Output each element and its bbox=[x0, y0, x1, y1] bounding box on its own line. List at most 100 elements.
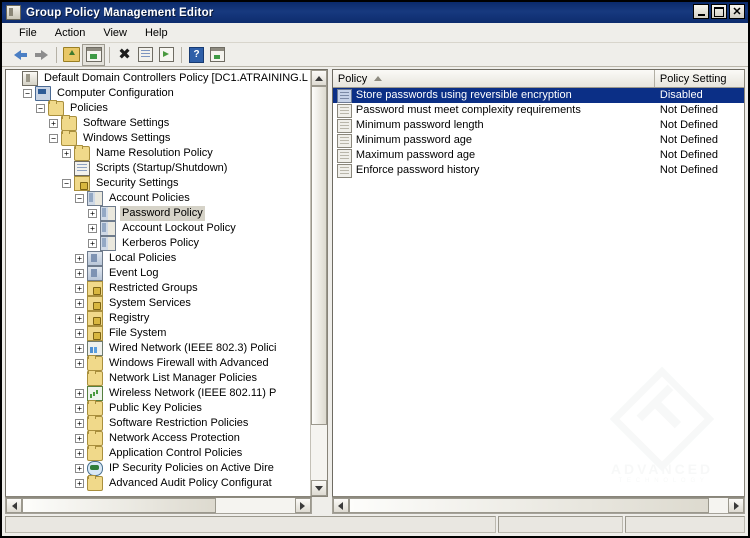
tree-expand-icon[interactable]: + bbox=[75, 314, 84, 323]
tree-item-restricted-groups[interactable]: + Restricted Groups bbox=[6, 281, 310, 296]
tree-item-kerberos-policy[interactable]: + Kerberos Policy bbox=[6, 236, 310, 251]
console-tree[interactable]: Default Domain Controllers Policy [DC1.A… bbox=[6, 70, 310, 496]
menu-file[interactable]: File bbox=[10, 26, 46, 40]
tree-expand-icon[interactable]: + bbox=[88, 209, 97, 218]
list-row-password-complexity[interactable]: Password must meet complexity requiremen… bbox=[333, 103, 744, 118]
tree-hscroll-thumb[interactable] bbox=[22, 498, 216, 513]
show-hide-action-pane-icon[interactable] bbox=[207, 45, 228, 65]
menu-help[interactable]: Help bbox=[136, 26, 177, 40]
menu-view[interactable]: View bbox=[94, 26, 136, 40]
tree-expand-icon[interactable]: + bbox=[75, 434, 84, 443]
tree-item-local-policies[interactable]: + Local Policies bbox=[6, 251, 310, 266]
tree-scroll-right-button[interactable] bbox=[294, 498, 311, 513]
tree-collapse-icon[interactable]: − bbox=[62, 179, 71, 188]
forward-icon[interactable] bbox=[31, 45, 52, 65]
tree-collapse-icon[interactable]: − bbox=[36, 104, 45, 113]
tree-item-policies[interactable]: − Policies bbox=[6, 100, 310, 116]
delete-icon[interactable]: ✖ bbox=[114, 45, 135, 65]
tree-expand-icon[interactable]: + bbox=[88, 224, 97, 233]
tree-collapse-icon[interactable]: − bbox=[23, 89, 32, 98]
tree-item-windows-firewall[interactable]: + Windows Firewall with Advanced bbox=[6, 355, 310, 371]
tree-item-network-access-protection[interactable]: + Network Access Protection bbox=[6, 430, 310, 446]
tree-scroll-down-button[interactable] bbox=[310, 480, 327, 496]
list-row-minimum-password-length[interactable]: Minimum password length Not Defined bbox=[333, 118, 744, 133]
tree-expand-icon[interactable]: + bbox=[75, 299, 84, 308]
properties-icon[interactable] bbox=[135, 45, 156, 65]
close-button[interactable]: ✕ bbox=[729, 4, 745, 19]
details-horizontal-scrollbar[interactable] bbox=[331, 497, 745, 514]
list-row-store-passwords-reversible-encryption[interactable]: Store passwords using reversible encrypt… bbox=[332, 88, 744, 103]
window-title: Group Policy Management Editor bbox=[26, 6, 214, 19]
tree-scroll-track[interactable] bbox=[310, 86, 327, 480]
tree-expand-icon[interactable]: + bbox=[75, 419, 84, 428]
export-list-icon[interactable] bbox=[156, 45, 177, 65]
tree-expand-icon[interactable]: + bbox=[75, 284, 84, 293]
tree-scroll-up-button[interactable] bbox=[310, 70, 327, 86]
tree-item-software-settings[interactable]: + Software Settings bbox=[6, 115, 310, 131]
details-hscroll-track[interactable] bbox=[348, 498, 728, 513]
details-hscroll-thumb[interactable] bbox=[348, 498, 710, 513]
tree-expand-icon[interactable]: + bbox=[75, 269, 84, 278]
list-row-enforce-password-history[interactable]: Enforce password history Not Defined bbox=[333, 163, 744, 178]
policy-setting-value: Not Defined bbox=[659, 149, 718, 161]
tree-item-account-policies[interactable]: − Account Policies bbox=[6, 191, 310, 206]
tree-item-software-restriction-policies[interactable]: + Software Restriction Policies bbox=[6, 415, 310, 431]
tree-node-icon bbox=[87, 461, 103, 476]
tree-expand-icon[interactable]: + bbox=[88, 239, 97, 248]
tree-scroll-thumb[interactable] bbox=[310, 86, 327, 425]
tree-vertical-scrollbar[interactable] bbox=[309, 70, 327, 496]
list-row-minimum-password-age[interactable]: Minimum password age Not Defined bbox=[333, 133, 744, 148]
tree-horizontal-scrollbar[interactable] bbox=[5, 497, 312, 514]
tree-expand-icon[interactable]: + bbox=[75, 329, 84, 338]
tree-item-wireless-network-policies[interactable]: + Wireless Network (IEEE 802.11) P bbox=[6, 386, 310, 401]
tree-item-registry[interactable]: + Registry bbox=[6, 311, 310, 326]
details-scroll-left-button[interactable] bbox=[332, 498, 349, 513]
tree-item-windows-settings[interactable]: − Windows Settings bbox=[6, 130, 310, 146]
tree-item-advanced-audit-policy-configuration[interactable]: + Advanced Audit Policy Configurat bbox=[6, 475, 310, 491]
tree-expand-icon[interactable]: + bbox=[75, 404, 84, 413]
tree-item-name-resolution-policy[interactable]: + Name Resolution Policy bbox=[6, 145, 310, 161]
show-hide-console-tree-icon[interactable] bbox=[82, 43, 105, 66]
tree-item-ip-security-policies[interactable]: + IP Security Policies on Active Dire bbox=[6, 461, 310, 476]
tree-expand-icon[interactable]: + bbox=[75, 254, 84, 263]
list-row-maximum-password-age[interactable]: Maximum password age Not Defined bbox=[333, 148, 744, 163]
tree-expand-icon[interactable]: + bbox=[75, 464, 84, 473]
tree-item-default-domain-controllers-policy[interactable]: Default Domain Controllers Policy [DC1.A… bbox=[6, 71, 310, 86]
policy-setting-icon bbox=[336, 118, 352, 133]
tree-expand-icon[interactable]: + bbox=[62, 149, 71, 158]
tree-expand-icon[interactable]: + bbox=[75, 449, 84, 458]
back-icon[interactable] bbox=[10, 45, 31, 65]
tree-item-scripts-startup-shutdown[interactable]: Scripts (Startup/Shutdown) bbox=[6, 161, 310, 176]
tree-item-event-log[interactable]: + Event Log bbox=[6, 266, 310, 281]
tree-item-computer-configuration[interactable]: − Computer Configuration bbox=[6, 86, 310, 101]
tree-item-file-system[interactable]: + File System bbox=[6, 326, 310, 341]
details-scroll-right-button[interactable] bbox=[728, 498, 744, 513]
help-icon[interactable]: ? bbox=[186, 45, 207, 65]
tree-expand-icon[interactable]: + bbox=[75, 359, 84, 368]
maximize-button[interactable] bbox=[711, 4, 727, 19]
policy-list-body[interactable]: Store passwords using reversible encrypt… bbox=[332, 88, 744, 496]
up-one-level-icon[interactable] bbox=[61, 45, 82, 65]
tree-item-account-lockout-policy[interactable]: + Account Lockout Policy bbox=[6, 221, 310, 236]
tree-item-security-settings[interactable]: − Security Settings bbox=[6, 176, 310, 191]
tree-expand-icon[interactable]: + bbox=[75, 389, 84, 398]
column-header-policy-setting[interactable]: Policy Setting bbox=[655, 70, 744, 87]
status-bar bbox=[2, 514, 748, 536]
menu-action[interactable]: Action bbox=[46, 26, 95, 40]
tree-collapse-icon[interactable]: − bbox=[75, 194, 84, 203]
tree-expand-icon[interactable]: + bbox=[49, 119, 58, 128]
tree-item-network-list-manager-policies[interactable]: Network List Manager Policies bbox=[6, 370, 310, 386]
tree-item-public-key-policies[interactable]: + Public Key Policies bbox=[6, 400, 310, 416]
tree-item-label: IP Security Policies on Active Dire bbox=[109, 462, 274, 474]
tree-item-password-policy[interactable]: + Password Policy bbox=[6, 206, 310, 221]
tree-item-wired-network-policies[interactable]: + Wired Network (IEEE 802.3) Polici bbox=[6, 341, 310, 356]
tree-item-application-control-policies[interactable]: + Application Control Policies bbox=[6, 445, 310, 461]
minimize-button[interactable] bbox=[693, 4, 709, 19]
tree-collapse-icon[interactable]: − bbox=[49, 134, 58, 143]
column-header-policy[interactable]: Policy bbox=[333, 70, 655, 87]
tree-scroll-left-button[interactable] bbox=[6, 498, 22, 513]
tree-item-system-services[interactable]: + System Services bbox=[6, 296, 310, 311]
tree-expand-icon[interactable]: + bbox=[75, 344, 84, 353]
tree-hscroll-track[interactable] bbox=[22, 498, 295, 513]
tree-expand-icon[interactable]: + bbox=[75, 479, 84, 488]
